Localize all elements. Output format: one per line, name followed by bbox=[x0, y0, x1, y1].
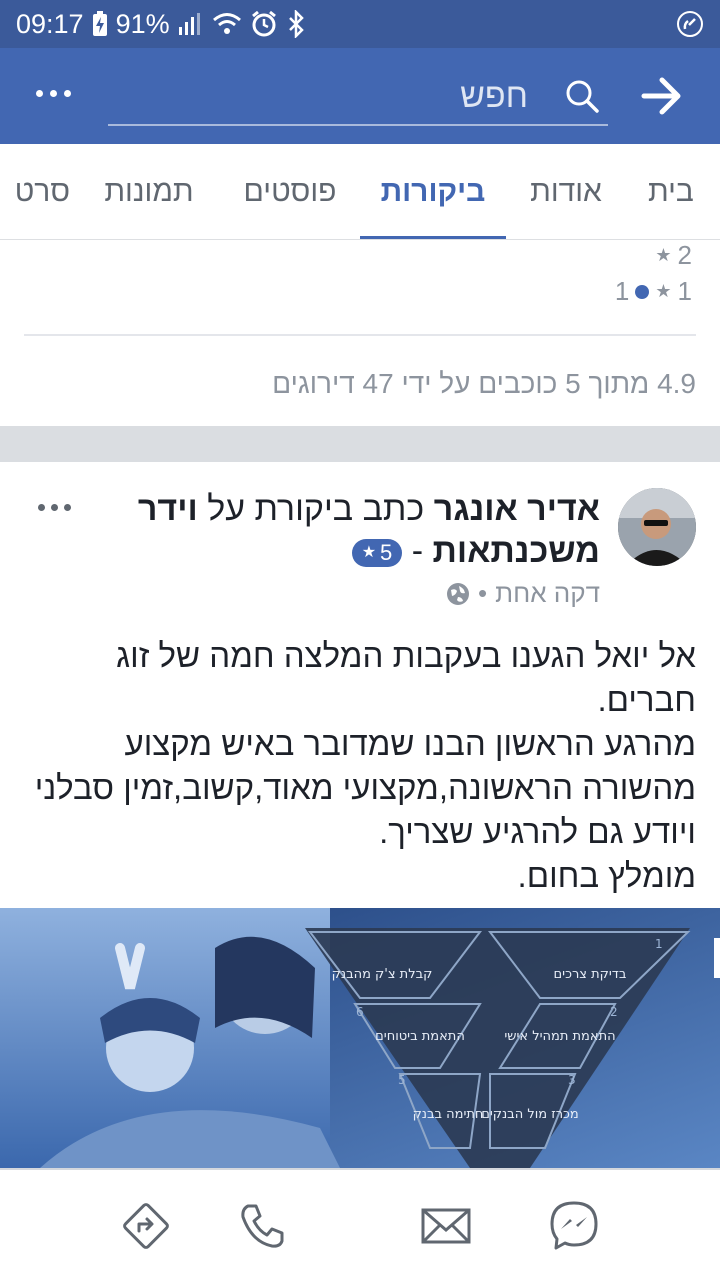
status-time: 09:17 bbox=[16, 8, 84, 39]
tab-label: אודות bbox=[530, 175, 602, 208]
rating-row-2: 2 ★ bbox=[655, 240, 692, 271]
star-icon: ★ bbox=[361, 544, 377, 562]
image-step-label: התאמת ביטוחים bbox=[375, 1029, 465, 1044]
post-line: מהרגע הראשון הבנו שמדובר באיש מקצוע bbox=[124, 725, 696, 762]
rating-stars-value: 1 bbox=[677, 276, 692, 306]
bluetooth-icon bbox=[286, 10, 306, 38]
post-line: מומלץ בחום. bbox=[517, 857, 696, 894]
top-bar bbox=[0, 48, 720, 144]
tab-home[interactable]: בית bbox=[640, 144, 720, 239]
search-box[interactable] bbox=[108, 70, 608, 126]
status-right bbox=[676, 10, 704, 38]
tab-label: תמונות bbox=[104, 175, 194, 208]
image-step-label: התאמת תמהיל אישי bbox=[504, 1029, 615, 1044]
image-step-number: 6 bbox=[356, 1005, 364, 1019]
status-bar: 09:17 91% bbox=[0, 0, 720, 48]
tab-label: פוסטים bbox=[243, 175, 337, 208]
image-step-label: מכרז מול הבנקים bbox=[481, 1107, 579, 1122]
rating-count: 1 bbox=[614, 276, 630, 306]
more-icon[interactable] bbox=[36, 78, 76, 108]
meta-separator: • bbox=[478, 578, 488, 608]
image-step-number: 3 bbox=[568, 1073, 576, 1087]
post-title: אדיר אונגר כתב ביקורת על וידר משכנתאות -… bbox=[120, 488, 600, 572]
review-post: אדיר אונגר כתב ביקורת על וידר משכנתאות -… bbox=[0, 462, 720, 1168]
page-tabs: בית אודות ביקורות פוסטים תמונות סרט bbox=[0, 144, 720, 240]
status-left: 09:17 91% bbox=[16, 9, 306, 40]
directions-icon[interactable] bbox=[118, 1198, 174, 1254]
post-more-icon[interactable] bbox=[38, 504, 71, 511]
post-line: ויודע גם להרגיע שצריך. bbox=[379, 813, 696, 850]
image-step-label: חתימה בבנק bbox=[413, 1107, 484, 1122]
image-step-number: 5 bbox=[398, 1073, 406, 1087]
wifi-icon bbox=[212, 12, 242, 36]
tab-about[interactable]: אודות bbox=[516, 144, 616, 239]
image-step-number: 2 bbox=[610, 1005, 618, 1019]
avatar[interactable] bbox=[618, 488, 696, 566]
back-arrow-icon[interactable] bbox=[640, 76, 684, 116]
rating-badge-value: 5 bbox=[380, 540, 393, 566]
search-input[interactable] bbox=[148, 76, 528, 116]
post-image[interactable]: קבלת צ'ק מהבנק בדיקת צרכים התאמת ביטוחים… bbox=[0, 908, 720, 1168]
image-step-number: 1 bbox=[655, 937, 663, 951]
image-step-label: קבלת צ'ק מהבנק bbox=[332, 967, 433, 982]
post-time[interactable]: דקה אחת bbox=[495, 578, 600, 609]
phone-icon[interactable] bbox=[234, 1198, 290, 1254]
rating-summary: 4.9 מתוך 5 כוכבים על ידי 47 דירוגים bbox=[272, 368, 696, 399]
phone-in-call-icon bbox=[676, 10, 704, 38]
mail-icon[interactable] bbox=[418, 1198, 474, 1254]
battery-charging-icon bbox=[92, 11, 108, 37]
tab-reviews[interactable]: ביקורות bbox=[360, 144, 506, 239]
tab-label: סרט bbox=[14, 175, 70, 208]
star-icon: ★ bbox=[655, 281, 672, 301]
rating-badge: 5 ★ bbox=[351, 539, 403, 568]
tab-photos[interactable]: תמונות bbox=[96, 144, 202, 239]
section-gap bbox=[0, 426, 720, 462]
search-icon[interactable] bbox=[564, 78, 600, 114]
rating-stars-value: 2 bbox=[677, 240, 692, 270]
post-line: מהשורה הראשונה,מקצועי מאוד,קשוב,זמין סבל… bbox=[34, 769, 696, 806]
rating-bar-dot bbox=[635, 284, 650, 299]
messenger-icon[interactable] bbox=[546, 1198, 602, 1254]
post-line: אל יואל הגענו בעקבות המלצה חמה של זוג bbox=[116, 637, 696, 674]
image-step-label: בדיקת צרכים bbox=[554, 967, 627, 982]
post-meta: דקה אחת • bbox=[446, 578, 600, 609]
alarm-icon bbox=[250, 10, 278, 38]
rating-row-1: 1 ★ 1 bbox=[615, 276, 692, 307]
globe-icon bbox=[447, 582, 470, 605]
post-author[interactable]: אדיר אונגר bbox=[434, 490, 600, 528]
tab-label: ביקורות bbox=[380, 175, 486, 208]
post-body: אל יואל הגענו בעקבות המלצה חמה של זוג חב… bbox=[16, 634, 696, 898]
bottom-action-bar bbox=[0, 1168, 720, 1280]
tab-label: בית bbox=[648, 175, 694, 208]
star-icon: ★ bbox=[655, 245, 672, 265]
ratings-section: 2 ★ 1 ★ 1 4.9 מתוך 5 כוכבים על ידי 47 די… bbox=[0, 240, 720, 426]
tab-videos[interactable]: סרט bbox=[0, 144, 70, 239]
battery-level: 91% bbox=[115, 8, 170, 39]
post-line: חברים. bbox=[597, 681, 696, 718]
tab-posts[interactable]: פוסטים bbox=[232, 144, 348, 239]
signal-icon bbox=[178, 13, 204, 35]
post-action: כתב ביקורת על bbox=[207, 490, 425, 528]
post-dash: - bbox=[411, 532, 424, 570]
divider bbox=[24, 334, 696, 336]
